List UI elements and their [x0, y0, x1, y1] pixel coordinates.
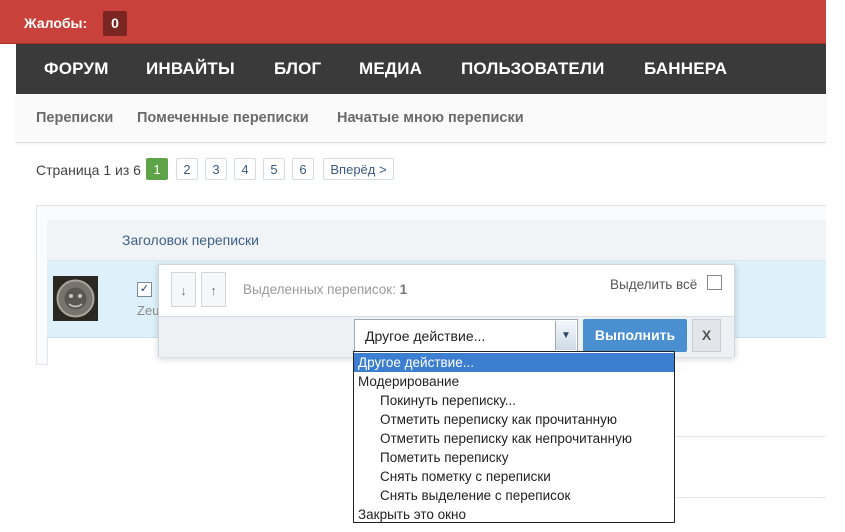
nav-item-users[interactable]: ПОЛЬЗОВАТЕЛИ	[461, 44, 605, 94]
subnav-starred-conversations[interactable]: Помеченные переписки	[137, 94, 309, 142]
subnav-conversations[interactable]: Переписки	[36, 94, 113, 142]
top-bar: Жалобы: 0	[0, 0, 826, 44]
execute-button[interactable]: Выполнить	[583, 319, 687, 352]
select-all-checkbox[interactable]	[707, 275, 722, 290]
selected-count: 1	[399, 282, 408, 297]
select-all-label: Выделить всё	[610, 277, 698, 292]
divider	[676, 497, 826, 498]
page-button-1[interactable]: 1	[146, 158, 168, 180]
dropdown-option-leave[interactable]: Покинуть переписку...	[354, 391, 674, 410]
avatar[interactable]	[53, 276, 98, 321]
nav-item-invites[interactable]: ИНВАЙТЫ	[146, 44, 235, 94]
action-dropdown-list: Другое действие... Модерирование Покинут…	[353, 351, 675, 523]
dropdown-option-deselect[interactable]: Снять выделение с переписок	[354, 486, 674, 505]
row-checkbox[interactable]: ✓	[137, 282, 152, 297]
page-button-2[interactable]: 2	[176, 158, 198, 180]
divider	[676, 436, 826, 437]
dropdown-option-star[interactable]: Пометить переписку	[354, 448, 674, 467]
selected-count-label: Выделенных переписок: 1	[243, 282, 407, 297]
dropdown-option-unstar[interactable]: Снять пометку с переписки	[354, 467, 674, 486]
dropdown-group-moderation: Модерирование	[358, 374, 460, 389]
complaints-count-badge[interactable]: 0	[103, 11, 127, 36]
action-select-value: Другое действие...	[365, 328, 486, 344]
nav-item-banners[interactable]: БАННЕРА	[644, 44, 727, 94]
nav-item-media[interactable]: МЕДИА	[359, 44, 422, 94]
action-select[interactable]: Другое действие... ▼	[354, 319, 578, 352]
move-down-button[interactable]: ↓	[171, 272, 196, 307]
list-header: Заголовок переписки	[47, 220, 826, 261]
page-button-4[interactable]: 4	[234, 158, 256, 180]
close-popup-button[interactable]: X	[692, 319, 721, 352]
main-nav: ФОРУМ ИНВАЙТЫ БЛОГ МЕДИА ПОЛЬЗОВАТЕЛИ БА…	[16, 44, 826, 94]
move-up-button[interactable]: ↑	[201, 272, 226, 307]
dropdown-option-close-window[interactable]: Закрыть это окно	[354, 505, 674, 524]
column-header-title[interactable]: Заголовок переписки	[122, 232, 259, 248]
subnav-started-conversations[interactable]: Начатые мною переписки	[337, 94, 524, 142]
dropdown-option-mark-read[interactable]: Отметить переписку как прочитанную	[354, 410, 674, 429]
complaints-label: Жалобы:	[24, 15, 88, 31]
chevron-down-icon[interactable]: ▼	[555, 321, 576, 350]
dropdown-option-other-action[interactable]: Другое действие...	[354, 353, 674, 372]
avatar-image-icon	[53, 276, 98, 321]
page-button-5[interactable]: 5	[263, 158, 285, 180]
page-background-left	[36, 365, 356, 532]
inline-mod-popup: ↓ ↑ Выделенных переписок: 1 Выделить всё…	[158, 264, 735, 357]
page-button-3[interactable]: 3	[205, 158, 227, 180]
page-background-right	[676, 365, 826, 532]
page-indicator: Страница 1 из 6	[36, 162, 141, 178]
nav-item-blog[interactable]: БЛОГ	[274, 44, 321, 94]
selected-prefix: Выделенных переписок:	[243, 282, 396, 297]
page-button-6[interactable]: 6	[292, 158, 314, 180]
next-page-button[interactable]: Вперёд >	[323, 158, 394, 180]
sub-nav: Переписки Помеченные переписки Начатые м…	[16, 94, 826, 143]
nav-item-forum[interactable]: ФОРУМ	[44, 44, 109, 94]
row-author[interactable]: Zeu	[137, 303, 159, 318]
dropdown-option-mark-unread[interactable]: Отметить переписку как непрочитанную	[354, 429, 674, 448]
